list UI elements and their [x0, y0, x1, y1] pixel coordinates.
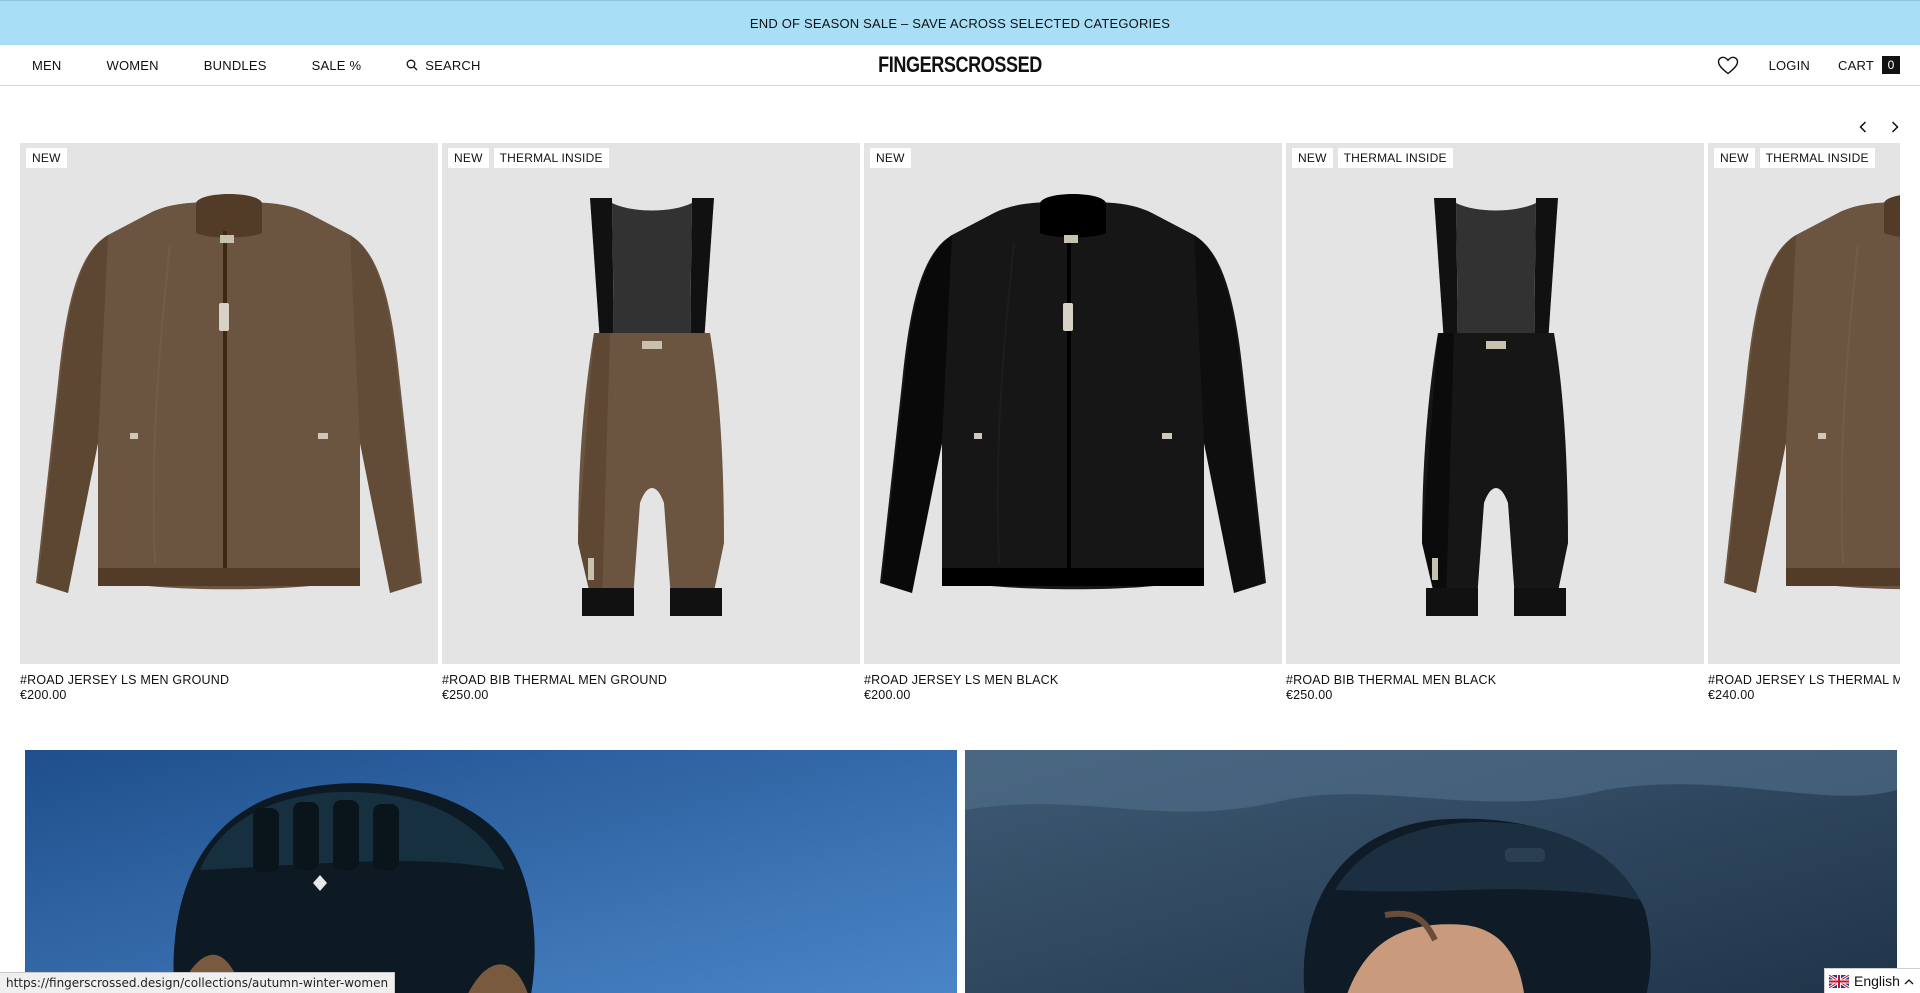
product-price: €250.00 [1286, 688, 1333, 702]
cyclist-helmet-photo [25, 750, 957, 993]
chevron-up-icon [1904, 978, 1914, 984]
collection-banner-men[interactable] [25, 750, 957, 993]
cart-count-badge: 0 [1882, 56, 1900, 74]
cyclist-woman-photo [965, 750, 1897, 993]
badge-thermal: THERMAL INSIDE [1759, 148, 1875, 168]
product-name[interactable]: #ROAD BIB THERMAL MEN BLACK [1286, 673, 1496, 687]
collection-banner-women[interactable] [965, 750, 1897, 993]
language-label: English [1854, 973, 1900, 989]
badge-new: NEW [870, 148, 911, 168]
heart-icon [1717, 56, 1738, 74]
product-badges: NEW THERMAL INSIDE [1714, 148, 1880, 168]
product-card[interactable]: NEW THERMAL INSIDE #ROAD JERSEY LS THERM… [1708, 143, 1900, 708]
cart-button[interactable]: CART 0 [1838, 56, 1900, 74]
product-card[interactable]: NEW #ROAD JERSEY LS MEN BLACK €200.00 [864, 143, 1282, 708]
product-name[interactable]: #ROAD BIB THERMAL MEN GROUND [442, 673, 667, 687]
carousel-prev-button[interactable] [1852, 118, 1874, 136]
uk-flag-icon [1829, 974, 1849, 988]
product-price: €200.00 [20, 688, 67, 702]
nav-right: LOGIN CART 0 [1717, 45, 1900, 85]
product-image[interactable]: NEW [20, 143, 438, 664]
carousel-next-button[interactable] [1884, 118, 1906, 136]
product-image[interactable]: NEW THERMAL INSIDE [1708, 143, 1900, 664]
nav-link-bundles[interactable]: BUNDLES [204, 58, 267, 73]
badge-new: NEW [1714, 148, 1755, 168]
announcement-bar[interactable]: END OF SEASON SALE – SAVE ACROSS SELECTE… [0, 0, 1920, 45]
product-badges: NEW [26, 148, 72, 168]
product-card[interactable]: NEW THERMAL INSIDE #ROAD BIB THERMAL MEN… [442, 143, 860, 708]
product-badges: NEW THERMAL INSIDE [1292, 148, 1458, 168]
product-image[interactable]: NEW THERMAL INSIDE [442, 143, 860, 664]
product-price: €240.00 [1708, 688, 1755, 702]
product-price: €250.00 [442, 688, 489, 702]
search-icon [406, 59, 418, 71]
announcement-text: END OF SEASON SALE – SAVE ACROSS SELECTE… [749, 15, 1171, 31]
product-badges: NEW [870, 148, 916, 168]
jersey-image [1724, 195, 1900, 593]
login-link[interactable]: LOGIN [1769, 58, 1810, 73]
product-card[interactable]: NEW THERMAL INSIDE #ROAD BIB THERMAL MEN… [1286, 143, 1704, 708]
status-bar-url: https://fingerscrossed.design/collection… [0, 972, 396, 993]
product-image[interactable]: NEW [864, 143, 1282, 664]
nav-link-sale[interactable]: SALE % [312, 58, 362, 73]
badge-new: NEW [448, 148, 489, 168]
product-name[interactable]: #ROAD JERSEY LS MEN BLACK [864, 673, 1058, 687]
cart-label: CART [1838, 57, 1874, 73]
product-name[interactable]: #ROAD JERSEY LS MEN GROUND [20, 673, 229, 687]
product-card[interactable]: NEW #ROAD JERSEY LS MEN GROUND €200.00 [20, 143, 438, 708]
search-label: SEARCH [425, 57, 481, 73]
chevron-right-icon [1891, 121, 1899, 133]
language-selector[interactable]: English [1824, 968, 1920, 993]
badge-new: NEW [1292, 148, 1333, 168]
carousel-controls [1842, 118, 1906, 136]
jersey-image [36, 194, 422, 593]
search-button[interactable]: SEARCH [406, 58, 480, 73]
bib-image [1422, 198, 1568, 616]
nav-link-men[interactable]: MEN [32, 58, 62, 73]
jersey-image [880, 194, 1266, 593]
nav-left: MEN WOMEN BUNDLES SALE % SEARCH [32, 45, 481, 85]
product-name[interactable]: #ROAD JERSEY LS THERMAL ME [1708, 673, 1900, 687]
badge-thermal: THERMAL INSIDE [1337, 148, 1453, 168]
wishlist-button[interactable] [1717, 56, 1739, 75]
product-carousel: NEW #ROAD JERSEY LS MEN GROUND €200.00 N… [20, 143, 1900, 708]
product-image[interactable]: NEW THERMAL INSIDE [1286, 143, 1704, 664]
badge-thermal: THERMAL INSIDE [493, 148, 609, 168]
bib-image [578, 198, 724, 616]
product-price: €200.00 [864, 688, 911, 702]
badge-new: NEW [26, 148, 67, 168]
product-badges: NEW THERMAL INSIDE [448, 148, 614, 168]
main-navigation: MEN WOMEN BUNDLES SALE % SEARCH FINGERSC… [0, 45, 1920, 86]
nav-link-women[interactable]: WOMEN [107, 58, 159, 73]
site-logo[interactable]: FINGERSCROSSED [878, 52, 1042, 77]
chevron-left-icon [1859, 121, 1867, 133]
